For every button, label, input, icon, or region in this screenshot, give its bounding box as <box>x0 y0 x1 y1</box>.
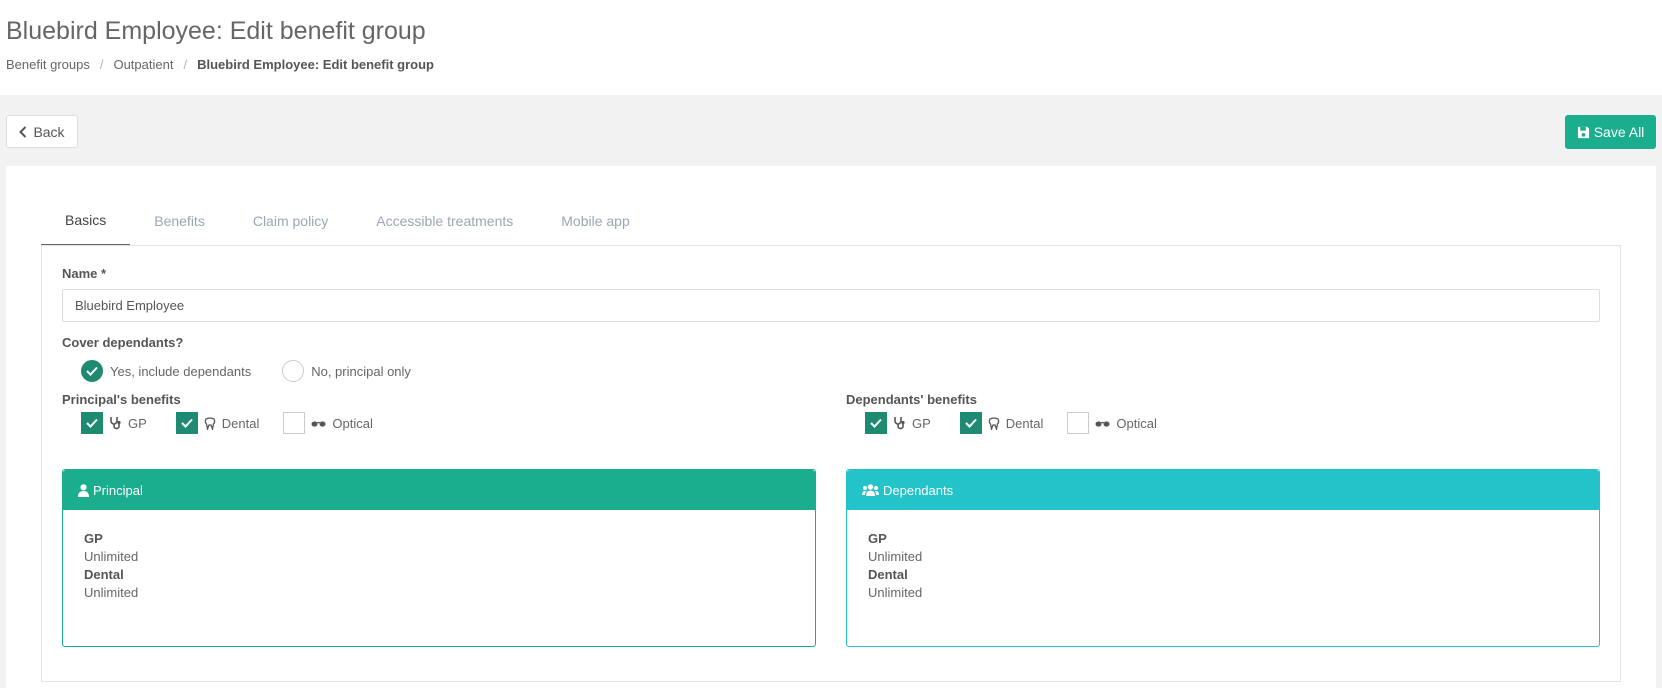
user-icon <box>78 483 89 497</box>
principal-benefits-card: Principal GP Unlimited Dental Unlimited <box>62 469 816 647</box>
users-icon <box>862 484 879 496</box>
glasses-icon <box>1095 419 1110 428</box>
dependants-card-header: Dependants <box>847 470 1599 510</box>
stethoscope-icon <box>109 416 122 430</box>
benefit-name: Dental <box>84 567 124 582</box>
save-all-button[interactable]: Save All <box>1565 115 1656 149</box>
breadcrumb: Benefit groups / Outpatient / Bluebird E… <box>6 57 434 72</box>
radio-no-principal-only[interactable]: No, principal only <box>282 360 411 382</box>
check-icon <box>965 418 977 428</box>
tab-claim-policy[interactable]: Claim policy <box>229 195 352 246</box>
benefit-value: Unlimited <box>868 549 923 564</box>
checkbox-checked[interactable] <box>865 412 887 434</box>
checkbox[interactable] <box>283 412 306 434</box>
cover-dependants-label: Cover dependants? <box>62 335 184 350</box>
breadcrumb-separator: / <box>183 57 188 72</box>
check-icon <box>86 418 98 428</box>
checkbox-label: Dental <box>1005 415 1044 431</box>
chevron-left-icon <box>19 125 27 138</box>
benefit-value: Unlimited <box>84 585 139 600</box>
tooth-icon <box>988 416 1000 430</box>
save-icon <box>1577 126 1589 138</box>
principal-benefits-label: Principal's benefits <box>62 392 181 407</box>
check-icon <box>181 418 193 428</box>
tab-bar: Basics Benefits Claim policy Accessible … <box>41 195 654 246</box>
checkbox-checked[interactable] <box>175 412 198 434</box>
tooth-icon <box>204 416 216 430</box>
benefit-name: GP <box>868 531 887 546</box>
checkbox-label: GP <box>128 415 147 431</box>
page-title: Bluebird Employee: Edit benefit group <box>6 17 426 45</box>
check-icon <box>86 366 98 376</box>
benefit-name: GP <box>84 531 103 546</box>
radio-label: Yes, include dependants <box>110 363 252 379</box>
back-button-label: Back <box>33 123 65 140</box>
radio-label: No, principal only <box>311 363 411 379</box>
save-all-label: Save All <box>1593 124 1645 140</box>
checkbox[interactable] <box>1067 412 1090 434</box>
dependants-card-body: GP Unlimited Dental Unlimited <box>847 510 1599 622</box>
breadcrumb-outpatient[interactable]: Outpatient <box>113 57 173 72</box>
principal-dental-checkbox[interactable]: Dental <box>175 412 260 434</box>
checkbox-label: Optical <box>332 415 373 431</box>
name-label: Name * <box>62 266 107 281</box>
back-button[interactable]: Back <box>6 115 78 148</box>
principal-card-header: Principal <box>63 470 815 510</box>
toolbar: Back Save All <box>0 95 1662 165</box>
tab-benefits[interactable]: Benefits <box>130 195 229 246</box>
dependants-card-title: Dependants <box>883 482 954 498</box>
dependants-benefits-card: Dependants GP Unlimited Dental Unlimited <box>846 469 1600 647</box>
radio-button-selected[interactable] <box>81 360 103 382</box>
dependants-benefits-label: Dependants' benefits <box>846 392 977 407</box>
benefit-name: Dental <box>868 567 908 582</box>
principal-gp-checkbox[interactable]: GP <box>81 412 147 434</box>
checkbox-label: Optical <box>1116 415 1157 431</box>
cover-dependants-radio-group: Yes, include dependants No, principal on… <box>81 360 442 382</box>
glasses-icon <box>311 419 326 428</box>
checkbox-checked[interactable] <box>81 412 103 434</box>
breadcrumb-separator: / <box>99 57 104 72</box>
checkbox-label: Dental <box>221 415 260 431</box>
stethoscope-icon <box>893 416 906 430</box>
radio-yes-include-dependants[interactable]: Yes, include dependants <box>81 360 251 382</box>
principal-benefits-checkboxes: GP Dental Optical <box>81 412 390 434</box>
name-field[interactable] <box>62 289 1600 322</box>
breadcrumb-current: Bluebird Employee: Edit benefit group <box>197 57 434 72</box>
dependants-optical-checkbox[interactable]: Optical <box>1067 412 1157 434</box>
tab-mobile-app[interactable]: Mobile app <box>537 195 654 246</box>
checkbox-label: GP <box>912 415 931 431</box>
principal-optical-checkbox[interactable]: Optical <box>283 412 373 434</box>
tab-accessible-treatments[interactable]: Accessible treatments <box>352 195 537 246</box>
dependants-dental-checkbox[interactable]: Dental <box>959 412 1044 434</box>
page-header: Bluebird Employee: Edit benefit group Be… <box>0 0 1662 95</box>
basics-panel: Name * Cover dependants? Yes, include de… <box>41 245 1621 682</box>
benefit-value: Unlimited <box>868 585 923 600</box>
breadcrumb-benefit-groups[interactable]: Benefit groups <box>6 57 90 72</box>
benefit-value: Unlimited <box>84 549 139 564</box>
dependants-gp-checkbox[interactable]: GP <box>865 412 931 434</box>
principal-card-title: Principal <box>93 482 143 498</box>
tab-basics[interactable]: Basics <box>41 195 131 246</box>
check-icon <box>870 418 882 428</box>
principal-card-body: GP Unlimited Dental Unlimited <box>63 510 815 622</box>
edit-card: Basics Benefits Claim policy Accessible … <box>6 166 1656 688</box>
radio-button[interactable] <box>282 360 305 382</box>
dependants-benefits-checkboxes: GP Dental Optical <box>865 412 1174 434</box>
checkbox-checked[interactable] <box>959 412 982 434</box>
